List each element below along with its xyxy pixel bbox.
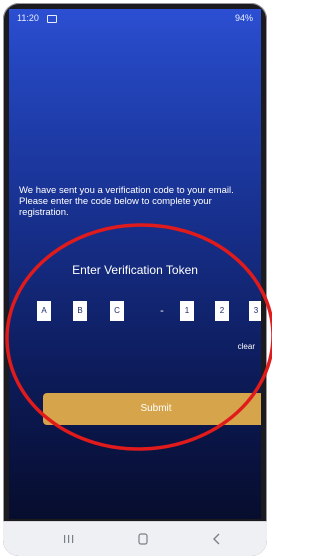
status-time: 11:20 xyxy=(17,13,39,23)
submit-button[interactable]: Submit xyxy=(43,393,261,425)
code-digit-1[interactable]: A xyxy=(37,301,51,321)
recent-apps-icon[interactable] xyxy=(59,532,79,546)
home-icon[interactable] xyxy=(133,532,153,546)
code-digit-3[interactable]: C xyxy=(110,301,124,321)
verification-code-row: A B C - 1 2 3 xyxy=(9,301,261,321)
back-icon[interactable] xyxy=(207,532,227,546)
verification-message: We have sent you a verification code to … xyxy=(19,185,234,218)
code-digit-2[interactable]: B xyxy=(73,301,87,321)
phone-frame: 11:20 94% We have sent you a verificatio… xyxy=(3,3,267,556)
system-navigation-bar xyxy=(3,521,267,556)
status-bar: 11:20 94% xyxy=(9,9,261,27)
code-separator: - xyxy=(160,305,164,317)
notification-icon xyxy=(47,15,57,23)
clear-button[interactable]: clear xyxy=(238,342,255,351)
status-battery: 94% xyxy=(234,13,253,23)
code-digit-5[interactable]: 2 xyxy=(215,301,229,321)
token-title: Enter Verification Token xyxy=(72,263,198,277)
app-screen: 11:20 94% We have sent you a verificatio… xyxy=(9,9,261,519)
code-digit-6[interactable]: 3 xyxy=(249,301,261,321)
code-digit-4[interactable]: 1 xyxy=(180,301,194,321)
